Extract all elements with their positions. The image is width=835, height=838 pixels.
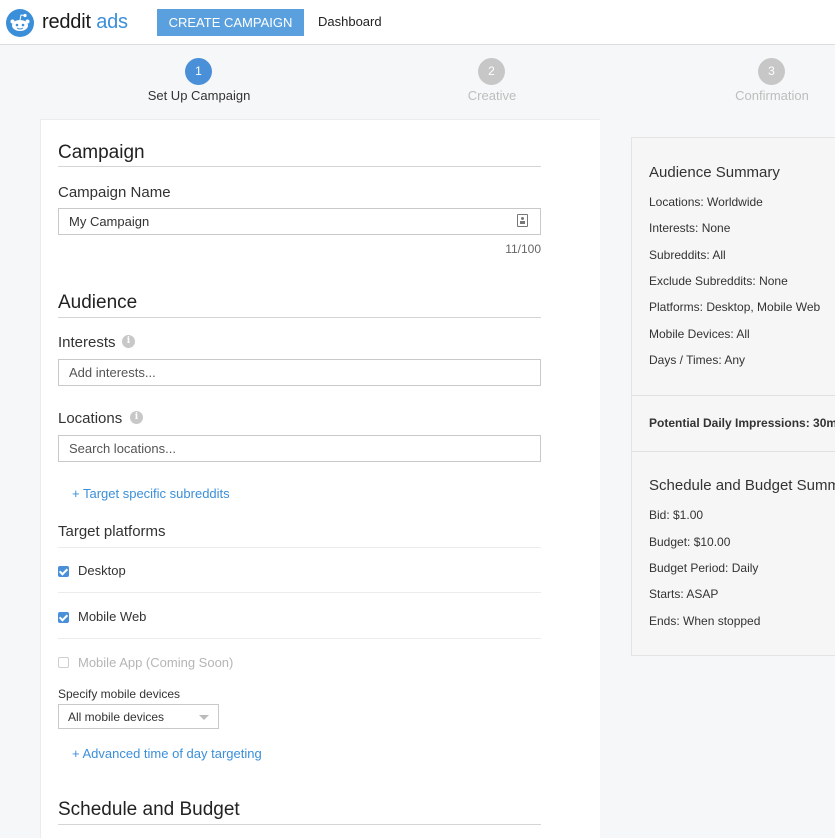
step-2-indicator: 2 (478, 58, 505, 85)
mobile-web-label[interactable]: Mobile Web (78, 609, 146, 624)
desktop-checkbox[interactable] (58, 566, 69, 577)
campaign-name-input[interactable] (58, 208, 541, 235)
step-2-label: Creative (467, 88, 517, 103)
contact-card-icon (517, 214, 528, 227)
target-subreddits-link[interactable]: + Target specific subreddits (72, 486, 230, 501)
step-3-indicator: 3 (758, 58, 785, 85)
chevron-down-icon (199, 715, 209, 720)
campaign-section-title: Campaign (58, 142, 145, 163)
schedule-divider (58, 824, 541, 825)
top-bar: reddit ads CREATE CAMPAIGN Dashboard (0, 0, 835, 45)
potential-daily-impressions: Potential Daily Impressions: 30m (649, 416, 835, 430)
step-1-label: Set Up Campaign (147, 88, 251, 103)
summary-panel: Audience Summary Locations: Worldwide In… (631, 137, 835, 656)
audience-summary-title: Audience Summary (649, 164, 780, 181)
summary-interests: Interests: None (649, 221, 731, 235)
summary-days-times: Days / Times: Any (649, 353, 746, 367)
summary-starts: Starts: ASAP (649, 587, 719, 601)
brand-reddit: reddit (42, 11, 91, 33)
schedule-section-title: Schedule and Budget (58, 799, 240, 820)
mobile-app-label: Mobile App (Coming Soon) (78, 655, 234, 670)
campaign-divider (58, 166, 541, 167)
summary-ends: Ends: When stopped (649, 614, 761, 628)
target-platforms-label: Target platforms (58, 523, 166, 540)
mobile-app-checkbox (58, 657, 69, 668)
summary-locations: Locations: Worldwide (649, 195, 763, 209)
dashboard-link[interactable]: Dashboard (318, 14, 382, 29)
platforms-divider-2 (58, 592, 541, 593)
schedule-summary-title: Schedule and Budget Summary (649, 477, 835, 494)
desktop-label[interactable]: Desktop (78, 563, 126, 578)
summary-divider-1 (632, 395, 835, 396)
summary-mobile-devices: Mobile Devices: All (649, 327, 750, 341)
campaign-name-char-count: 11/100 (505, 242, 541, 256)
brand-ads: ads (90, 11, 128, 33)
summary-subreddits: Subreddits: All (649, 248, 726, 262)
interests-label: Interests (58, 334, 116, 351)
mobile-web-checkbox[interactable] (58, 612, 69, 623)
audience-divider (58, 317, 541, 318)
summary-budget: Budget: $10.00 (649, 535, 731, 549)
create-campaign-button[interactable]: CREATE CAMPAIGN (157, 9, 304, 36)
summary-platforms: Platforms: Desktop, Mobile Web (649, 300, 821, 314)
locations-label: Locations (58, 410, 123, 427)
advanced-time-targeting-link[interactable]: + Advanced time of day targeting (72, 746, 262, 761)
summary-bid: Bid: $1.00 (649, 508, 704, 522)
brand-wordmark[interactable]: reddit ads (42, 9, 128, 35)
step-1-indicator: 1 (185, 58, 212, 85)
summary-exclude-subreddits: Exclude Subreddits: None (649, 274, 788, 288)
interests-info-icon[interactable]: i (122, 335, 135, 348)
reddit-logo-icon[interactable] (6, 9, 34, 37)
summary-budget-period: Budget Period: Daily (649, 561, 759, 575)
mobile-devices-label: Specify mobile devices (58, 687, 181, 701)
summary-divider-2 (632, 451, 835, 452)
step-3-label: Confirmation (735, 88, 809, 103)
mobile-devices-select[interactable]: All mobile devices (58, 704, 219, 729)
interests-input[interactable] (58, 359, 541, 386)
campaign-name-label: Campaign Name (58, 184, 171, 201)
locations-info-icon[interactable]: i (130, 411, 143, 424)
locations-input[interactable] (58, 435, 541, 462)
platforms-divider-1 (58, 547, 541, 548)
platforms-divider-3 (58, 638, 541, 639)
audience-section-title: Audience (58, 292, 138, 313)
mobile-devices-selected: All mobile devices (68, 710, 165, 724)
